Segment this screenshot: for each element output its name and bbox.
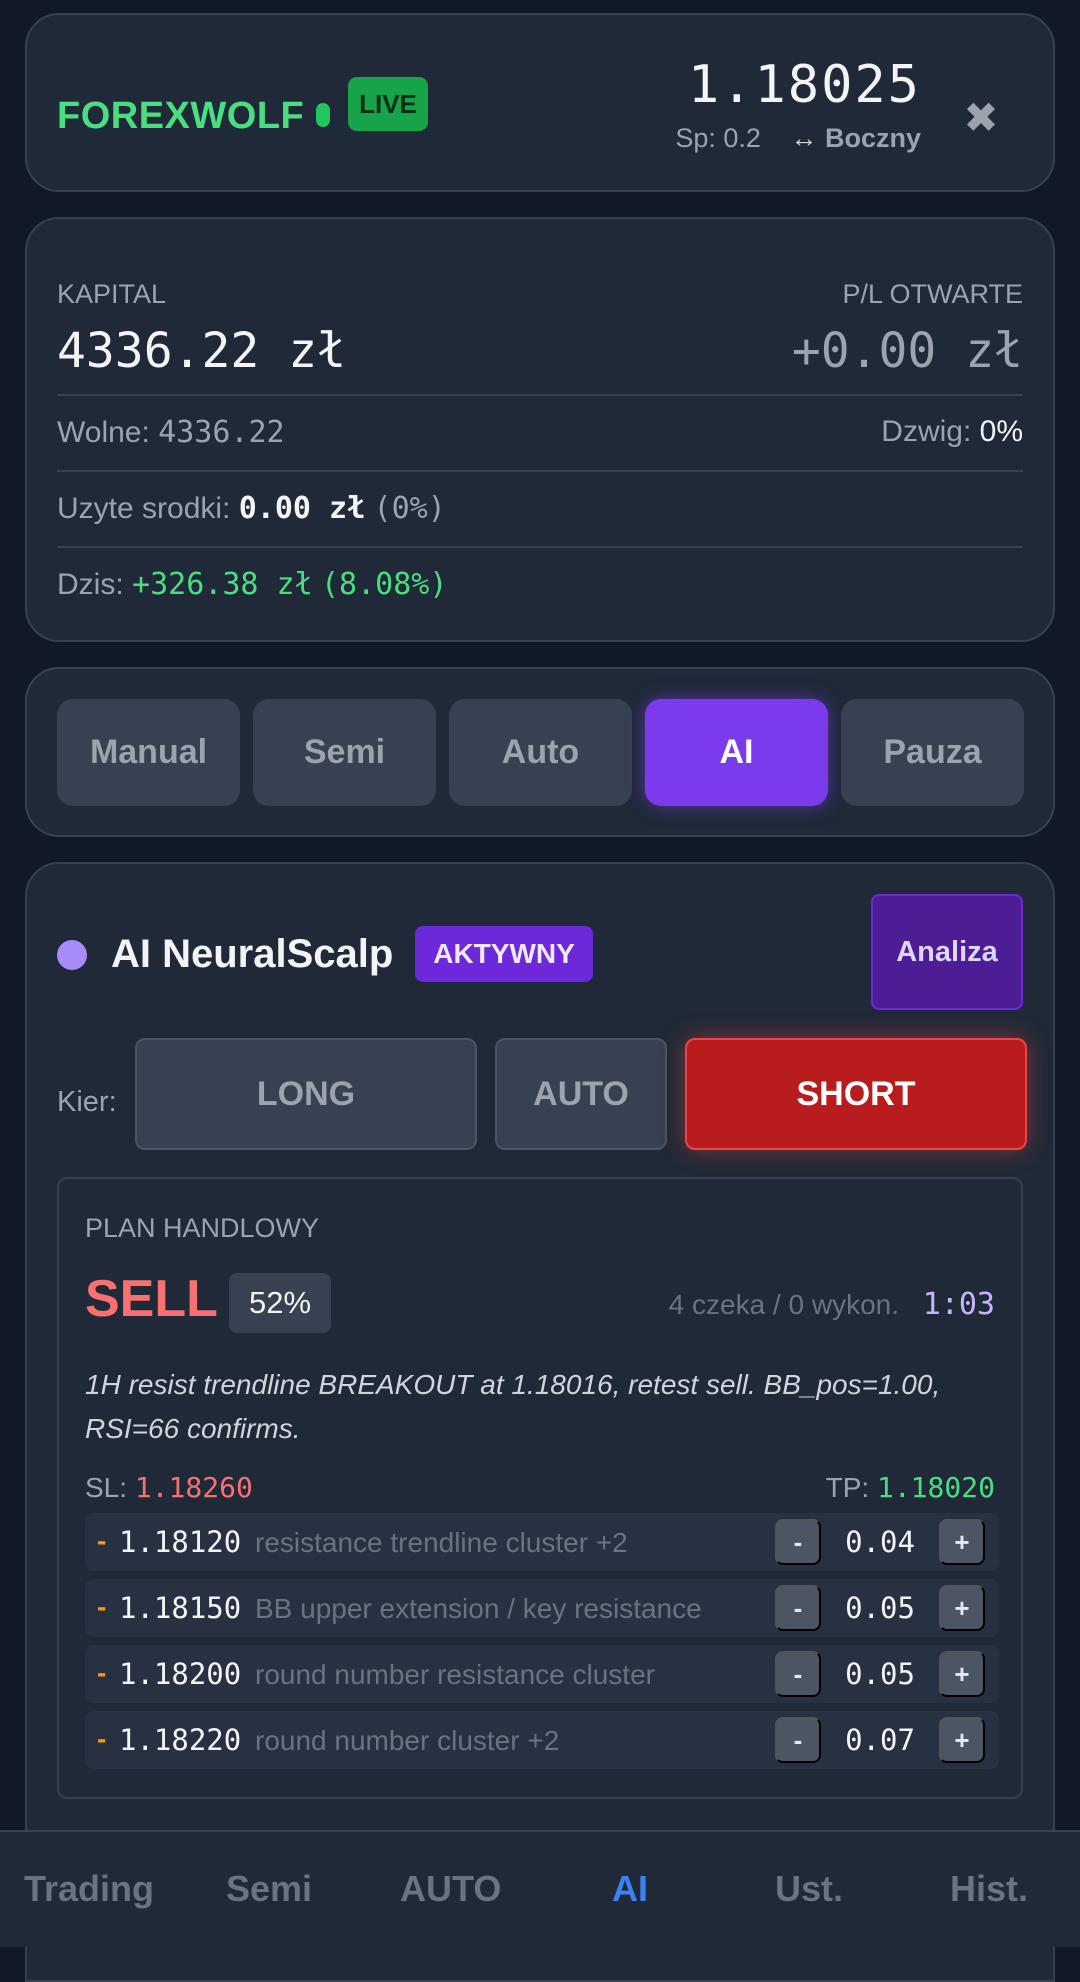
leverage-label: Dzwig:: [881, 415, 972, 448]
lot-decrease-button[interactable]: -: [775, 1585, 821, 1631]
level-description: round number cluster +2: [255, 1725, 560, 1756]
used-percent: (0%): [373, 491, 446, 526]
divider: [57, 546, 1023, 548]
nav-tab-settings[interactable]: Ust.: [775, 1868, 843, 1910]
nav-tab-trading[interactable]: Trading: [24, 1868, 154, 1910]
used-value: 0.00 zł: [238, 491, 366, 526]
lot-increase-button[interactable]: +: [939, 1717, 985, 1763]
sl-label: SL:: [85, 1472, 128, 1503]
brand-logo: FOREXWOLF: [57, 95, 305, 137]
level-price: 1.18200: [119, 1657, 242, 1691]
mode-button-manual[interactable]: Manual: [57, 699, 240, 806]
direction-label: Kier:: [57, 1086, 117, 1118]
entry-level-row: - 1.18120 resistance trendline cluster +…: [85, 1513, 999, 1571]
current-price: 1.18025: [687, 55, 921, 115]
direction-short-button[interactable]: SHORT: [685, 1038, 1027, 1150]
live-indicator-dot: [316, 103, 330, 127]
trade-plan-label: PLAN HANDLOWY: [85, 1213, 320, 1243]
level-price: 1.18150: [119, 1591, 242, 1625]
capital-value: 4336.22 zł: [57, 323, 346, 379]
direction-auto-button[interactable]: AUTO: [495, 1038, 667, 1150]
close-icon[interactable]: ✖: [961, 93, 1001, 143]
stop-loss: SL: 1.18260: [85, 1471, 253, 1504]
divider: [57, 470, 1023, 472]
today-label: Dzis:: [57, 568, 124, 601]
level-price: 1.18120: [119, 1525, 242, 1559]
lot-size: 0.07: [845, 1723, 915, 1757]
nav-tab-semi[interactable]: Semi: [226, 1868, 312, 1910]
live-badge: LIVE: [348, 77, 428, 131]
lot-decrease-button[interactable]: -: [775, 1651, 821, 1697]
spread-trend-line: Sp: 0.2 ↔ Boczny: [675, 123, 921, 154]
entry-level-row: - 1.18150 BB upper extension / key resis…: [85, 1579, 999, 1637]
lot-size: 0.04: [845, 1525, 915, 1559]
level-description: BB upper extension / key resistance: [255, 1593, 702, 1624]
leverage-value: 0%: [979, 415, 1023, 448]
nav-tab-auto[interactable]: AUTO: [400, 1868, 501, 1910]
open-pl-value: +0.00 zł: [791, 323, 1023, 379]
plan-timer: 1:03: [922, 1287, 995, 1322]
direction-long-button[interactable]: LONG: [135, 1038, 477, 1150]
entry-level-row: - 1.18200 round number resistance cluste…: [85, 1645, 999, 1703]
trend-arrow-icon: ↔: [790, 123, 818, 153]
bottom-navigation: Trading Semi AUTO AI Ust. Hist.: [0, 1830, 1080, 1947]
strategy-status-dot: [57, 940, 87, 970]
mode-button-auto[interactable]: Auto: [449, 699, 632, 806]
lot-increase-button[interactable]: +: [939, 1519, 985, 1565]
mode-button-pause[interactable]: Pauza: [841, 699, 1024, 806]
level-description: resistance trendline cluster +2: [255, 1527, 628, 1558]
mode-button-semi[interactable]: Semi: [253, 699, 436, 806]
header-bar: FOREXWOLF LIVE 1.18025 Sp: 0.2 ↔ Boczny …: [25, 13, 1055, 192]
free-value: 4336.22: [158, 415, 285, 450]
mode-selector: Manual Semi Auto AI Pauza: [25, 667, 1055, 837]
confidence-badge: 52%: [229, 1273, 331, 1333]
tp-label: TP:: [825, 1472, 870, 1503]
trend-label: Boczny: [824, 123, 921, 153]
lot-size: 0.05: [845, 1591, 915, 1625]
entry-level-row: - 1.18220 round number cluster +2 - 0.07…: [85, 1711, 999, 1769]
take-profit: TP: 1.18020: [826, 1471, 995, 1504]
lot-increase-button[interactable]: +: [939, 1585, 985, 1631]
level-bullet: -: [97, 1657, 107, 1688]
trade-plan-panel: PLAN HANDLOWY SELL 52% 4 czeka / 0 wykon…: [57, 1177, 1023, 1799]
mode-button-ai[interactable]: AI: [645, 699, 828, 806]
open-pl-label: P/L OTWARTE: [842, 279, 1023, 309]
free-label: Wolne:: [57, 416, 150, 449]
lot-size: 0.05: [845, 1657, 915, 1691]
nav-tab-history[interactable]: Hist.: [950, 1868, 1028, 1910]
level-bullet: -: [97, 1525, 107, 1556]
level-price: 1.18220: [119, 1723, 242, 1757]
used-label: Uzyte srodki:: [57, 492, 231, 525]
level-description: round number resistance cluster: [255, 1659, 655, 1690]
used-funds-row: Uzyte srodki: 0.00 zł (0%): [57, 491, 446, 526]
today-percent: (8.08%): [320, 567, 448, 602]
analyze-button[interactable]: Analiza: [871, 894, 1023, 1010]
plan-reason: 1H resist trendline BREAKOUT at 1.18016,…: [85, 1369, 941, 1444]
spread-value: Sp: 0.2: [675, 123, 761, 153]
strategy-title: AI NeuralScalp: [111, 932, 394, 976]
signal-direction: SELL: [85, 1270, 218, 1328]
nav-tab-ai[interactable]: AI: [612, 1868, 648, 1910]
level-bullet: -: [97, 1591, 107, 1622]
strategy-status-badge: AKTYWNY: [415, 926, 593, 982]
sl-value: 1.18260: [134, 1471, 253, 1504]
lot-decrease-button[interactable]: -: [775, 1717, 821, 1763]
today-value: +326.38 zł: [132, 567, 313, 602]
capital-label: KAPITAL: [57, 279, 167, 309]
free-margin-row: Wolne: 4336.22: [57, 415, 285, 450]
tp-value: 1.18020: [876, 1471, 995, 1504]
divider: [57, 394, 1023, 396]
orders-status: 4 czeka / 0 wykon.: [668, 1289, 899, 1320]
leverage-row: Dzwig: 0%: [881, 415, 1023, 449]
account-summary-card: KAPITAL P/L OTWARTE 4336.22 zł +0.00 zł …: [25, 217, 1055, 642]
lot-increase-button[interactable]: +: [939, 1651, 985, 1697]
lot-decrease-button[interactable]: -: [775, 1519, 821, 1565]
today-row: Dzis: +326.38 zł (8.08%): [57, 567, 447, 602]
ai-strategy-card: AI NeuralScalp AKTYWNY Analiza Kier: LON…: [25, 862, 1055, 1982]
level-bullet: -: [97, 1723, 107, 1754]
